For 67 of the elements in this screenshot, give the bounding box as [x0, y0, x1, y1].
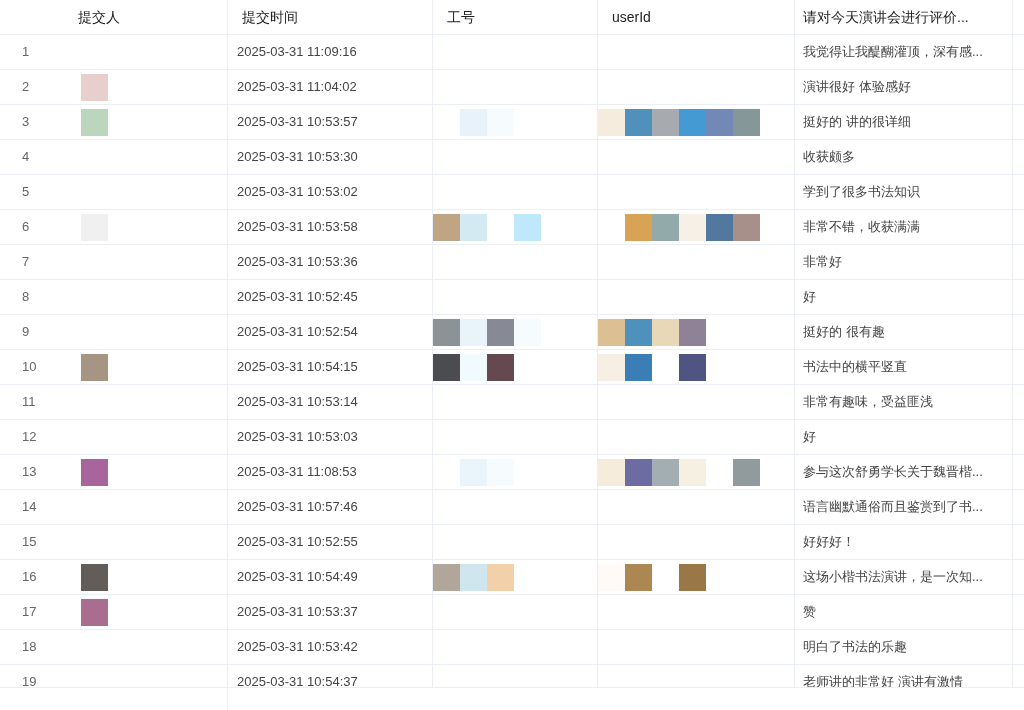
table-cell-text: 2025-03-31 10:52:45 — [237, 288, 358, 307]
row-number: 8 — [22, 288, 30, 307]
table-cell-text: 非常好 — [803, 253, 842, 272]
table-cell-text: 我觉得让我醍醐灌顶，深有感... — [803, 43, 983, 62]
table-cell-text: 非常有趣味，受益匪浅 — [803, 393, 933, 412]
column-header[interactable]: 请对今天演讲会进行评价... — [803, 6, 969, 28]
table-cell-text: 挺好的 很有趣 — [803, 323, 885, 342]
table-cell-text: 2025-03-31 10:54:49 — [237, 568, 358, 587]
table-cell-text: 2025-03-31 10:53:02 — [237, 183, 358, 202]
row-number: 7 — [22, 253, 30, 272]
column-header[interactable]: 工号 — [447, 6, 475, 28]
table-cell-text: 2025-03-31 10:53:03 — [237, 428, 358, 447]
table-cell-text: 明白了书法的乐趣 — [803, 638, 907, 657]
table-cell-text: 语言幽默通俗而且鉴赏到了书... — [803, 498, 983, 517]
table-cell-text: 2025-03-31 10:52:54 — [237, 323, 358, 342]
table-cell-text: 书法中的横平竖直 — [803, 358, 907, 377]
pixelation-drawing — [81, 563, 108, 591]
row-number: 10 — [22, 358, 37, 377]
table-cell-text: 演讲很好 体验感好 — [803, 78, 911, 97]
table-cell-text: 挺好的 讲的很详细 — [803, 113, 911, 132]
row-number: 5 — [22, 183, 30, 202]
table-cell-text: 2025-03-31 11:09:16 — [237, 43, 357, 62]
pixelation-drawing — [81, 108, 108, 136]
row-number: 14 — [22, 498, 37, 517]
table-cell-text: 好 — [803, 288, 816, 307]
row-number: 19 — [22, 673, 37, 687]
pixelation-drawing — [81, 598, 108, 626]
table-cell-text: 2025-03-31 10:53:14 — [237, 393, 358, 412]
table-cell-text: 2025-03-31 10:52:55 — [237, 533, 358, 552]
table-cell-text: 好 — [803, 428, 816, 447]
table-cell-text: 2025-03-31 10:53:30 — [237, 148, 358, 167]
table-cell-text: 2025-03-31 10:53:36 — [237, 253, 358, 272]
row-number: 3 — [22, 113, 30, 132]
column-header[interactable]: 提交人 — [78, 6, 120, 28]
table-cell-text: 2025-03-31 10:54:37 — [237, 673, 358, 687]
table-cell-text: 赞 — [803, 603, 816, 622]
table-cell-text: 学到了很多书法知识 — [803, 183, 920, 202]
table-cell-text: 2025-03-31 11:04:02 — [237, 78, 357, 97]
pixelation-drawing — [81, 73, 108, 101]
row-number: 18 — [22, 638, 37, 657]
row-number: 16 — [22, 568, 37, 587]
table-cell-text: 这场小楷书法演讲，是一次知... — [803, 568, 983, 587]
pixelation-drawing — [81, 458, 108, 486]
row-number: 15 — [22, 533, 37, 552]
row-number: 6 — [22, 218, 30, 237]
table-cell-text: 2025-03-31 11:08:53 — [237, 463, 357, 482]
table-cell-text: 2025-03-31 10:57:46 — [237, 498, 358, 517]
row-number: 12 — [22, 428, 37, 447]
row-number: 4 — [22, 148, 30, 167]
column-header[interactable]: 提交时间 — [242, 6, 298, 28]
table-cell-text: 2025-03-31 10:53:37 — [237, 603, 358, 622]
table-cell-text: 2025-03-31 10:53:58 — [237, 218, 358, 237]
table-cell-text: 2025-03-31 10:54:15 — [237, 358, 358, 377]
table-cell-text: 参与这次舒勇学长关于魏晋楷... — [803, 463, 983, 482]
table-cell-text: 非常不错，收获满满 — [803, 218, 920, 237]
table-cell-text: 2025-03-31 10:53:42 — [237, 638, 358, 657]
table-cell-text: 收获颇多 — [803, 148, 855, 167]
pixelation-drawing — [81, 353, 108, 381]
row-number: 17 — [22, 603, 37, 622]
row-number: 13 — [22, 463, 37, 482]
column-header[interactable]: userId — [612, 6, 651, 28]
row-number: 1 — [22, 43, 30, 62]
table-cell-text: 2025-03-31 10:53:57 — [237, 113, 358, 132]
row-number: 9 — [22, 323, 30, 342]
row-number: 2 — [22, 78, 30, 97]
table-cell-text: 好好好！ — [803, 533, 855, 552]
row-number: 11 — [22, 393, 36, 412]
